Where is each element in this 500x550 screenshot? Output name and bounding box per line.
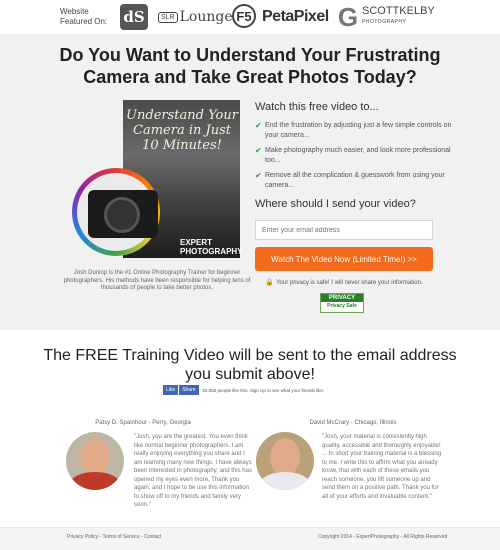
featured-label: Website Featured On: (60, 7, 108, 26)
privacy-note: 🔒 Your privacy is safe! I will never shar… (255, 278, 433, 286)
checkmark-icon: ✔ (255, 146, 262, 155)
slr-box-text: SLR (158, 11, 178, 23)
page-headline: Do You Want to Understand Your Frustrati… (59, 45, 441, 87)
facebook-signup-link[interactable]: Sign Up (250, 388, 266, 393)
checkmark-icon: ✔ (255, 121, 262, 130)
slr-lounge-text: Lounge (179, 9, 233, 25)
testimonial-name: David McCrary - Chicago, Illinois (309, 420, 397, 426)
avatar-face (270, 438, 300, 476)
facebook-count-text: 92,056 people like this. (202, 387, 249, 393)
facebook-like-text: 92,056 people like this. Sign Up to see … (203, 388, 325, 393)
privacy-text: Your privacy is safe! I will never share… (276, 280, 423, 286)
testimonial-avatar (256, 432, 314, 490)
copyright-text: Copyright 2014 - ExpertPhotography - All… (318, 534, 448, 540)
facebook-like-widget: Like Share 92,056 people like this. Sign… (163, 385, 324, 395)
scott-kelby-logo: SCOTTKELBY PHOTOGRAPHY (362, 4, 435, 30)
privacy-badge-top: PRIVACY (321, 294, 363, 302)
benefit-item: ✔ End the frustration by adjusting just a… (255, 121, 455, 141)
benefit-text: Remove all the complication & guesswork … (265, 172, 445, 189)
gizmodo-logo: G (337, 1, 359, 32)
benefit-item: ✔ Make photography much easier, and look … (255, 146, 455, 166)
testimonial-avatar (66, 432, 124, 490)
benefit-text: Make photography much easier, and look m… (265, 147, 451, 164)
facebook-after-text: to see what your friends like. (267, 387, 325, 393)
lock-icon: 🔒 (265, 279, 275, 286)
avatar-shirt (70, 472, 120, 490)
product-cover-brand: EXPERT PHOTOGRAPHY (180, 238, 243, 256)
benefit-list: ✔ End the frustration by adjusting just a… (255, 121, 455, 196)
send-title: Where should I send your video? (255, 198, 416, 210)
checkmark-icon: ✔ (255, 171, 262, 180)
privacy-safe-badge: PRIVACY Privacy Safe (320, 293, 364, 313)
camera-lens (104, 197, 140, 233)
dps-logo: dS (120, 4, 148, 30)
email-input[interactable] (255, 220, 433, 240)
fstoppers-logo: F5 (232, 4, 256, 28)
benefit-item: ✔ Remove all the complication & guesswork… (255, 171, 455, 191)
testimonial-quote: "Josh, your material is consistently hig… (322, 434, 442, 500)
benefit-text: End the frustration by adjusting just a … (265, 122, 452, 139)
avatar-shirt (260, 472, 310, 490)
privacy-badge-main: Privacy Safe (327, 303, 357, 309)
petapixel-logo: PetaPixel (262, 8, 329, 25)
privacy-policy-link[interactable]: Privacy Policy (67, 534, 98, 540)
author-caption: Josh Dunlop is the #1 Online Photography… (63, 270, 251, 291)
scott-kelby-text: SCOTTKELBY (362, 5, 435, 17)
testimonial-name: Patsy D. Spainhour - Perry, Georgia (95, 420, 191, 426)
avatar-face (80, 438, 110, 476)
scott-kelby-sub: PHOTOGRAPHY (362, 19, 407, 25)
testimonial-quote: "Josh, you are the greatest. You even th… (134, 434, 252, 508)
watch-title: Watch this free video to... (255, 101, 379, 113)
facebook-like-button[interactable]: Like (163, 385, 179, 395)
featured-bar: Website Featured On: dS SLR Lounge F5 Pe… (0, 0, 500, 34)
facebook-share-button[interactable]: Share (179, 385, 199, 395)
watch-video-button[interactable]: Watch The Video Now (Limited Time!) >> (255, 247, 433, 271)
subhead: The FREE Training Video will be sent to … (43, 347, 457, 383)
terms-link[interactable]: Terms of Service (102, 534, 139, 540)
contact-link[interactable]: Contact (144, 534, 161, 540)
product-cover-title: Understand Your Camera in Just 10 Minute… (126, 108, 238, 153)
footer-links: Privacy Policy - Terms of Service - Cont… (67, 534, 161, 540)
